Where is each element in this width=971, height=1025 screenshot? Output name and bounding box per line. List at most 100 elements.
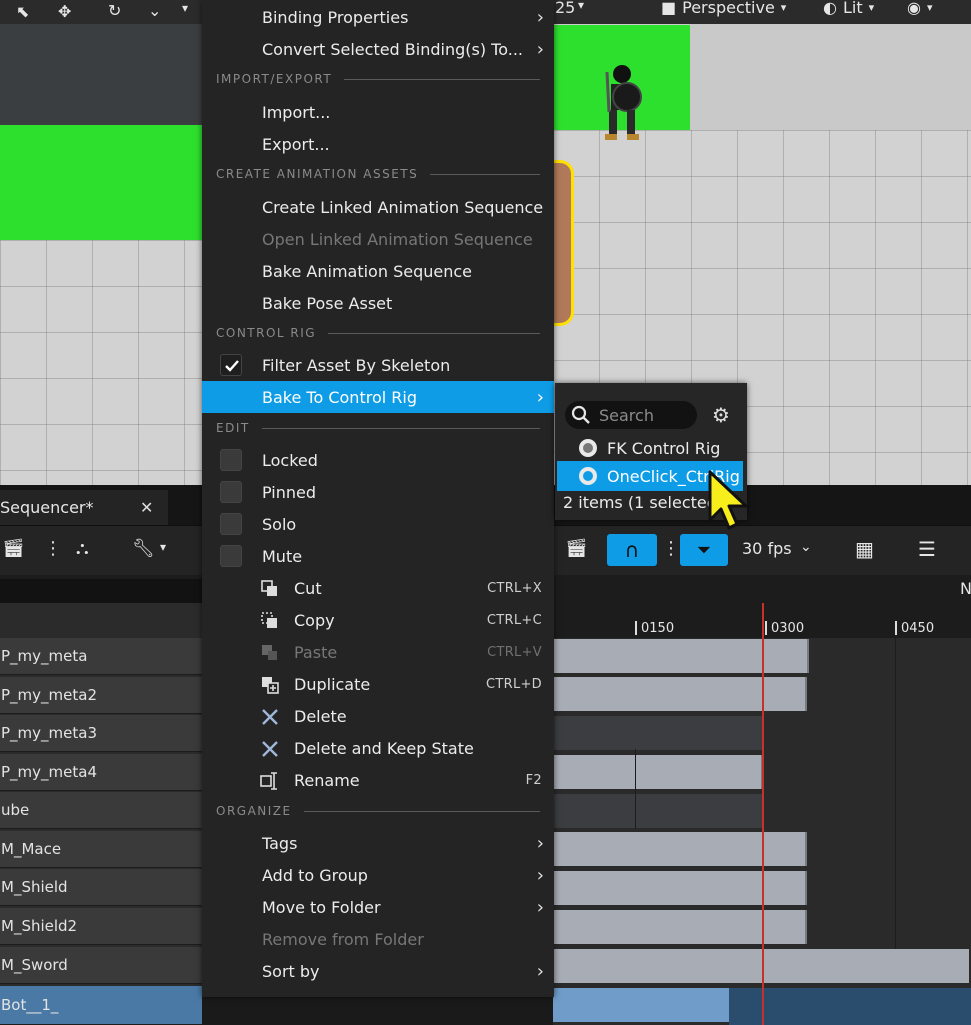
menu-item-delete[interactable]: Delete — [202, 700, 554, 732]
menu-item-label: Solo — [262, 514, 297, 534]
snap-settings-button[interactable]: ⏷ — [680, 534, 728, 566]
viewport-toolbar-left: ⬉ ✥ ↻ ⌄ ▾ — [0, 0, 202, 24]
menu-item-cut[interactable]: Cut CTRL+X — [202, 572, 554, 604]
menu-item-solo[interactable]: Solo — [202, 508, 554, 540]
close-icon[interactable]: ✕ — [140, 498, 153, 517]
track-row[interactable]: M_Mace — [0, 831, 202, 868]
actor-hierarchy-icon[interactable]: ⛬ — [76, 538, 89, 559]
snap-toggle-button[interactable]: ∩ — [607, 534, 657, 566]
menu-item-label: Import... — [262, 102, 331, 122]
tracks-icon[interactable]: ☰ — [918, 537, 936, 561]
menu-item-add-to-group[interactable]: Add to Group › — [202, 859, 554, 891]
section-bar[interactable] — [553, 988, 729, 1022]
menu-item-bake-anim-sequence[interactable]: Bake Animation Sequence — [202, 255, 554, 287]
track-filter[interactable] — [0, 579, 202, 603]
menu-item-bake-to-control-rig[interactable]: Bake To Control Rig › — [202, 381, 554, 413]
shortcut-label: CTRL+D — [486, 676, 542, 692]
section-bar[interactable] — [553, 910, 807, 944]
section-label: CREATE ANIMATION ASSETS — [216, 167, 419, 181]
section-header-organize: ORGANIZE — [216, 801, 540, 821]
more-options-icon[interactable]: ⋮ — [44, 538, 62, 559]
checkbox-unchecked[interactable] — [220, 449, 242, 471]
menu-item-rename[interactable]: Rename F2 — [202, 764, 554, 796]
menu-item-sort-by[interactable]: Sort by › — [202, 955, 554, 987]
wrench-icon[interactable]: 🔧︎ — [132, 538, 155, 559]
show-button[interactable]: ◉ ▾ — [899, 0, 941, 20]
playhead[interactable] — [762, 603, 764, 1025]
more-options-icon[interactable]: ⋮ — [662, 538, 680, 559]
grid-size-value[interactable]: 25 — [555, 0, 575, 17]
menu-item-bake-pose-asset[interactable]: Bake Pose Asset — [202, 287, 554, 319]
rotate-tool-icon[interactable]: ↻ — [108, 1, 121, 20]
track-row[interactable]: Bot__1_ — [0, 986, 202, 1025]
section-bar[interactable] — [553, 871, 807, 905]
select-tool-icon[interactable]: ⬉ — [16, 2, 29, 21]
section-bar[interactable] — [553, 794, 763, 828]
menu-item-delete-keep-state[interactable]: Delete and Keep State — [202, 732, 554, 764]
section-bar[interactable] — [553, 755, 763, 789]
checkbox-unchecked[interactable] — [220, 513, 242, 535]
checkbox-unchecked[interactable] — [220, 481, 242, 503]
track-row[interactable]: ube — [0, 792, 202, 829]
menu-item-binding-properties[interactable]: Binding Properties › — [202, 1, 554, 33]
section-bar[interactable] — [553, 716, 763, 750]
menu-item-tags[interactable]: Tags › — [202, 827, 554, 859]
menu-item-pinned[interactable]: Pinned — [202, 476, 554, 508]
menu-item-move-to-folder[interactable]: Move to Folder › — [202, 891, 554, 923]
section-bar[interactable] — [553, 677, 807, 711]
selected-actor-outline[interactable] — [553, 160, 574, 326]
character-figure[interactable] — [595, 62, 650, 150]
lit-button[interactable]: ◐ Lit ▾ — [815, 0, 883, 20]
shortcut-label: CTRL+X — [487, 580, 542, 596]
search-input[interactable]: Search — [565, 401, 697, 429]
track-row[interactable]: M_Shield — [0, 869, 202, 906]
chevron-down-icon[interactable]: ▾ — [578, 0, 584, 12]
header-partial-label: N — [960, 579, 971, 598]
track-label: M_Mace — [1, 840, 62, 858]
track-row[interactable]: P_my_meta — [0, 638, 202, 675]
chevron-right-icon: › — [536, 387, 544, 408]
tab-sequencer[interactable]: Sequencer* ✕ — [0, 490, 168, 525]
section-bar[interactable] — [553, 949, 969, 983]
menu-item-import[interactable]: Import... — [202, 96, 554, 128]
track-row[interactable]: P_my_meta2 — [0, 677, 202, 714]
translate-tool-icon[interactable]: ✥ — [58, 2, 71, 21]
fps-selector[interactable]: 30 fps — [742, 539, 792, 558]
submenu-item-fk-control-rig[interactable]: FK Control Rig — [555, 433, 745, 463]
chevron-down-icon[interactable]: ⌄ — [800, 539, 812, 555]
menu-item-duplicate[interactable]: Duplicate CTRL+D — [202, 668, 554, 700]
section-bar[interactable] — [553, 639, 809, 673]
snap-tool-icon[interactable]: ⌄ — [148, 1, 161, 20]
track-row[interactable]: M_Shield2 — [0, 908, 202, 945]
perspective-button[interactable]: ■ Perspective ▾ — [653, 0, 795, 20]
section-bar[interactable] — [553, 832, 807, 866]
menu-item-label: Filter Asset By Skeleton — [262, 355, 451, 375]
menu-item-mute[interactable]: Mute — [202, 540, 554, 572]
menu-item-locked[interactable]: Locked — [202, 444, 554, 476]
chevron-down-icon[interactable]: ▾ — [160, 540, 166, 554]
gear-icon[interactable]: ⚙ — [712, 403, 730, 427]
track-row[interactable]: M_Sword — [0, 947, 202, 984]
menu-item-export[interactable]: Export... — [202, 128, 554, 160]
menu-item-create-linked-anim[interactable]: Create Linked Animation Sequence — [202, 191, 554, 223]
checkbox-checked[interactable] — [220, 354, 242, 376]
curve-editor-icon[interactable]: ▦ — [855, 537, 874, 561]
chevron-down-icon[interactable]: ▾ — [182, 1, 188, 15]
shortcut-label: CTRL+C — [486, 612, 542, 628]
section-bar[interactable] — [729, 988, 971, 1025]
clapper-icon[interactable]: 🎬︎ — [2, 538, 25, 559]
clapper-arrow-icon[interactable]: 🎬︎ — [565, 538, 588, 559]
menu-item-filter-asset-by-skeleton[interactable]: Filter Asset By Skeleton — [202, 349, 554, 381]
cut-icon — [261, 580, 277, 596]
track-row[interactable]: P_my_meta3 — [0, 715, 202, 752]
menu-item-label: Pinned — [262, 482, 317, 502]
menu-item-copy[interactable]: Copy CTRL+C — [202, 604, 554, 636]
menu-item-label: Rename — [294, 770, 360, 790]
chevron-right-icon: › — [536, 39, 544, 60]
timeline-area[interactable]: 0150 0300 0450 — [553, 603, 971, 1025]
checkbox-unchecked[interactable] — [220, 545, 242, 567]
menu-item-paste: Paste CTRL+V — [202, 636, 554, 668]
section-label: EDIT — [216, 421, 250, 435]
track-row[interactable]: P_my_meta4 — [0, 754, 202, 791]
menu-item-convert-binding[interactable]: Convert Selected Binding(s) To... › — [202, 33, 554, 65]
